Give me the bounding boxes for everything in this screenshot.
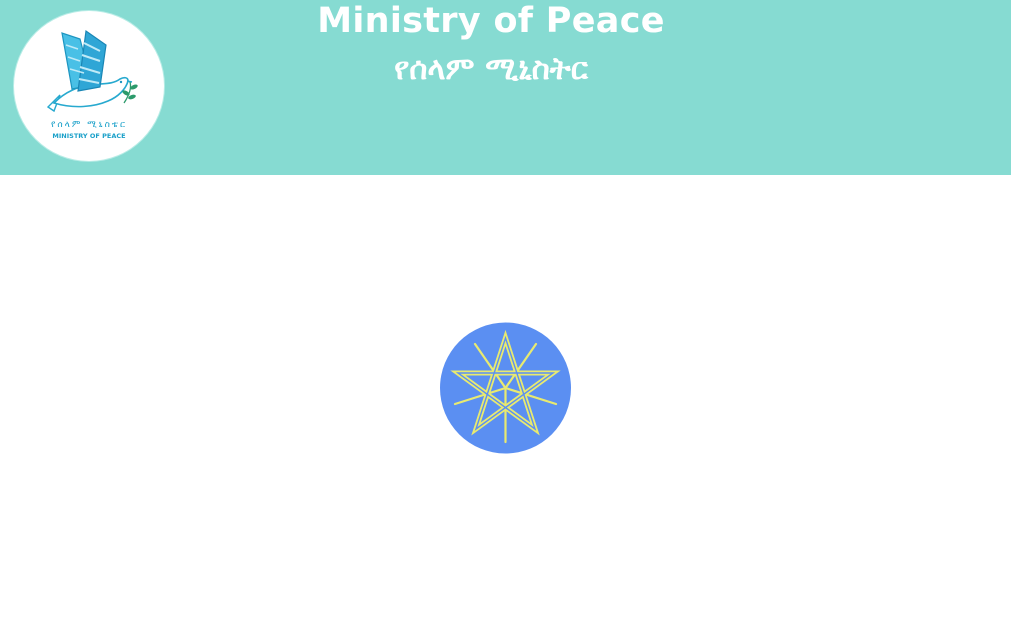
- national-emblem: [440, 322, 571, 454]
- ministry-logo[interactable]: የሰላም ሚኒስቴር MINISTRY OF PEACE: [14, 11, 164, 161]
- page-title-amharic: የሰላም ሚኒስትር: [394, 51, 588, 87]
- ethiopian-emblem-star-icon: [440, 322, 571, 454]
- page-title: Ministry of Peace: [317, 1, 665, 41]
- header-banner: የሰላም ሚኒስቴር MINISTRY OF PEACE Ministry of…: [0, 0, 1011, 175]
- logo-text-amharic: የሰላም ሚኒስቴር: [51, 120, 127, 130]
- logo-text-english: MINISTRY OF PEACE: [52, 132, 126, 140]
